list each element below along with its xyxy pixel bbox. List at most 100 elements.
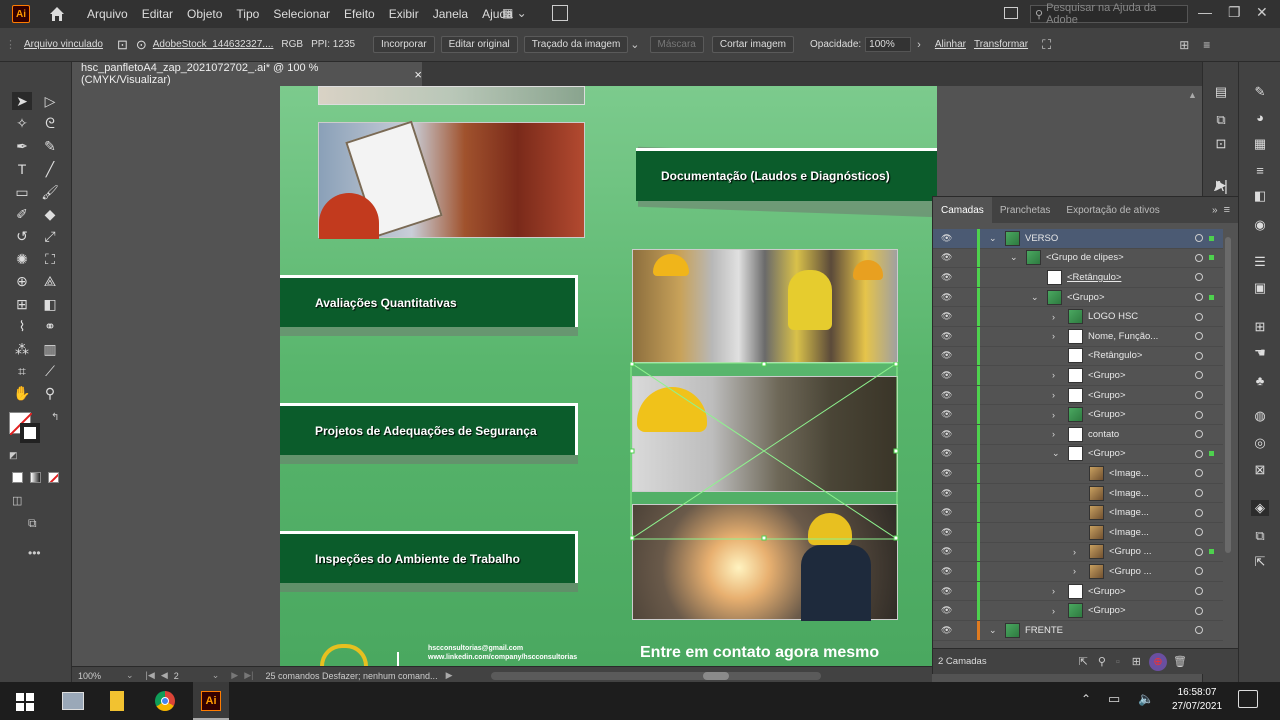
maximize-icon[interactable]: ❐ xyxy=(1228,4,1241,21)
type-panel-icon[interactable]: A| xyxy=(1214,178,1228,195)
visibility-eye-icon[interactable]: 👁 xyxy=(941,233,953,244)
visibility-eye-icon[interactable]: 👁 xyxy=(941,448,953,459)
layer-name[interactable]: <Image... xyxy=(1109,468,1149,479)
visibility-eye-icon[interactable]: 👁 xyxy=(941,331,953,342)
visibility-eye-icon[interactable]: 👁 xyxy=(941,409,953,420)
zoom-tool-icon[interactable]: ⚲ xyxy=(40,384,60,402)
zoom-level[interactable]: 100% xyxy=(78,671,126,681)
image-trace-dropdown-icon[interactable]: ⌄ xyxy=(630,38,639,51)
menu-editar[interactable]: Editar xyxy=(135,7,180,21)
layer-name[interactable]: <Retângulo> xyxy=(1088,350,1142,361)
tab-camadas[interactable]: Camadas xyxy=(933,197,992,223)
brush-panel-icon[interactable]: ✎ xyxy=(1251,84,1269,100)
embed-button[interactable]: Incorporar xyxy=(373,36,435,53)
close-tab-icon[interactable]: × xyxy=(414,67,422,82)
clock[interactable]: 16:58:07 27/07/2021 xyxy=(1172,686,1222,714)
layers-scrollbar[interactable] xyxy=(1225,237,1231,553)
layer-row[interactable]: 👁 › <Grupo> xyxy=(933,581,1223,602)
expand-arrow-icon[interactable]: › xyxy=(1073,547,1076,557)
magic-wand-tool-icon[interactable]: ✧ xyxy=(12,114,32,132)
target-circle-icon[interactable] xyxy=(1195,430,1203,439)
minimize-icon[interactable]: — xyxy=(1198,4,1212,20)
free-transform-tool-icon[interactable]: ⛶ xyxy=(40,250,60,268)
pathfinder-panel-icon[interactable]: ⧉ xyxy=(1212,112,1230,128)
rectangle-tool-icon[interactable]: ▭ xyxy=(12,183,32,201)
target-circle-icon[interactable] xyxy=(1195,410,1203,419)
mesh-tool-icon[interactable]: ⊞ xyxy=(12,295,32,313)
collapse-panel-icon[interactable]: » xyxy=(1212,205,1218,216)
column-graph-tool-icon[interactable]: ▥ xyxy=(40,340,60,358)
edit-toolbar-icon[interactable]: ••• xyxy=(28,546,41,560)
collapse-arrow-icon[interactable]: ⌄ xyxy=(1010,252,1018,263)
tab-exportacao[interactable]: Exportação de ativos xyxy=(1058,197,1167,223)
artboard-number[interactable]: 2 xyxy=(174,671,212,681)
visibility-eye-icon[interactable]: 👁 xyxy=(941,488,953,499)
layer-row[interactable]: 👁 <Retângulo> xyxy=(933,346,1223,367)
document-tab[interactable]: hsc_panfletoA4_zap_2021072702_.ai* @ 100… xyxy=(72,62,422,86)
layer-row[interactable]: 👁 › <Grupo ... xyxy=(933,561,1223,582)
visibility-eye-icon[interactable]: 👁 xyxy=(941,350,953,361)
layer-row[interactable]: 👁 › LOGO HSC xyxy=(933,307,1223,327)
target-circle-icon[interactable] xyxy=(1195,528,1203,537)
collapse-arrow-icon[interactable]: ⌄ xyxy=(989,625,997,636)
make-clipping-mask-icon[interactable]: ▫ xyxy=(1116,656,1120,668)
target-circle-icon[interactable] xyxy=(1195,332,1203,341)
selection-tool-icon[interactable]: ➤ xyxy=(12,92,32,110)
tray-overflow-icon[interactable]: ⌃ xyxy=(1081,692,1091,706)
workers-photo[interactable] xyxy=(632,249,898,363)
color-panel-icon[interactable]: ◕ xyxy=(1251,109,1269,125)
layer-name[interactable]: <Grupo> xyxy=(1088,605,1126,616)
scroll-up-icon[interactable]: ▲ xyxy=(1188,90,1198,100)
artboard[interactable]: Documentação (Laudos e Diagnósticos) Ava… xyxy=(280,86,937,666)
workspace-switcher-icon[interactable]: ▦ ⌄ xyxy=(502,6,527,20)
next-artboard-icon[interactable]: ▶ xyxy=(231,670,238,681)
export-collect-icon[interactable]: ⇱ xyxy=(1079,655,1088,668)
transform-icon[interactable]: ⛶ xyxy=(1042,37,1051,53)
layer-name[interactable]: <Grupo> xyxy=(1088,448,1126,459)
visibility-eye-icon[interactable]: 👁 xyxy=(941,527,953,538)
visibility-eye-icon[interactable]: 👁 xyxy=(941,468,953,479)
chrome-icon[interactable] xyxy=(155,691,175,711)
layer-name[interactable]: contato xyxy=(1088,429,1119,440)
blend-tool-icon[interactable]: ⚭ xyxy=(40,317,60,335)
layer-name[interactable]: <Image... xyxy=(1109,527,1149,538)
default-colors-icon[interactable]: ◩ xyxy=(9,450,18,461)
layers-panel-icon[interactable]: ◈ xyxy=(1251,500,1269,516)
selection-indicator[interactable] xyxy=(1209,451,1214,457)
pen-tool-icon[interactable]: ✒ xyxy=(12,137,32,155)
target-circle-icon[interactable] xyxy=(1195,371,1203,380)
network-icon[interactable]: ▭ xyxy=(1108,691,1120,707)
layer-name[interactable]: LOGO HSC xyxy=(1088,311,1138,322)
file-explorer-icon[interactable] xyxy=(110,691,124,711)
fill-stroke-swatches[interactable] xyxy=(9,412,41,444)
layer-row[interactable]: 👁 <Image... xyxy=(933,503,1223,523)
illustrator-taskbar-item[interactable]: Ai xyxy=(193,682,229,720)
layer-name[interactable]: <Grupo ... xyxy=(1109,566,1152,577)
stroke-panel-icon[interactable]: ≡ xyxy=(1251,162,1269,178)
line-tool-icon[interactable]: ╱ xyxy=(40,160,60,178)
panel-layout-icon[interactable] xyxy=(1004,7,1018,19)
visibility-eye-icon[interactable]: 👁 xyxy=(941,370,953,381)
layer-row[interactable]: 👁 › <Grupo ... xyxy=(933,542,1223,563)
layers-menu-icon[interactable]: ≡ xyxy=(1224,204,1230,216)
swap-fill-stroke-icon[interactable]: ↰ xyxy=(51,412,59,423)
visibility-eye-icon[interactable]: 👁 xyxy=(941,507,953,518)
align-link[interactable]: Alinhar xyxy=(935,39,966,50)
expand-arrow-icon[interactable]: › xyxy=(1073,566,1076,576)
align-options-icon[interactable]: ⊞ xyxy=(1179,38,1189,52)
expand-arrow-icon[interactable]: › xyxy=(1052,390,1055,400)
pc-app-icon[interactable] xyxy=(62,692,84,710)
layer-row[interactable]: 👁 › <Grupo> xyxy=(933,385,1223,406)
edit-original-button[interactable]: Editar original xyxy=(440,36,518,53)
scale-tool-icon[interactable]: ⤢ xyxy=(40,227,60,245)
layer-row[interactable]: 👁 ⌄ FRENTE xyxy=(933,620,1223,641)
layer-row[interactable]: 👁 ⌄ <Grupo de clipes> xyxy=(933,248,1223,269)
crop-mark-icon[interactable]: ⊡ xyxy=(117,37,128,53)
graphic-styles-icon[interactable]: ◍ xyxy=(1251,408,1269,424)
target-circle-icon[interactable] xyxy=(1195,391,1203,400)
layer-row[interactable]: 👁 ⌄ <Grupo> xyxy=(933,287,1223,308)
visibility-eye-icon[interactable]: 👁 xyxy=(941,390,953,401)
layer-row[interactable]: 👁 <Image... xyxy=(933,463,1223,484)
image-trace-button[interactable]: Traçado da imagem xyxy=(523,36,629,53)
visibility-eye-icon[interactable]: 👁 xyxy=(941,605,953,616)
